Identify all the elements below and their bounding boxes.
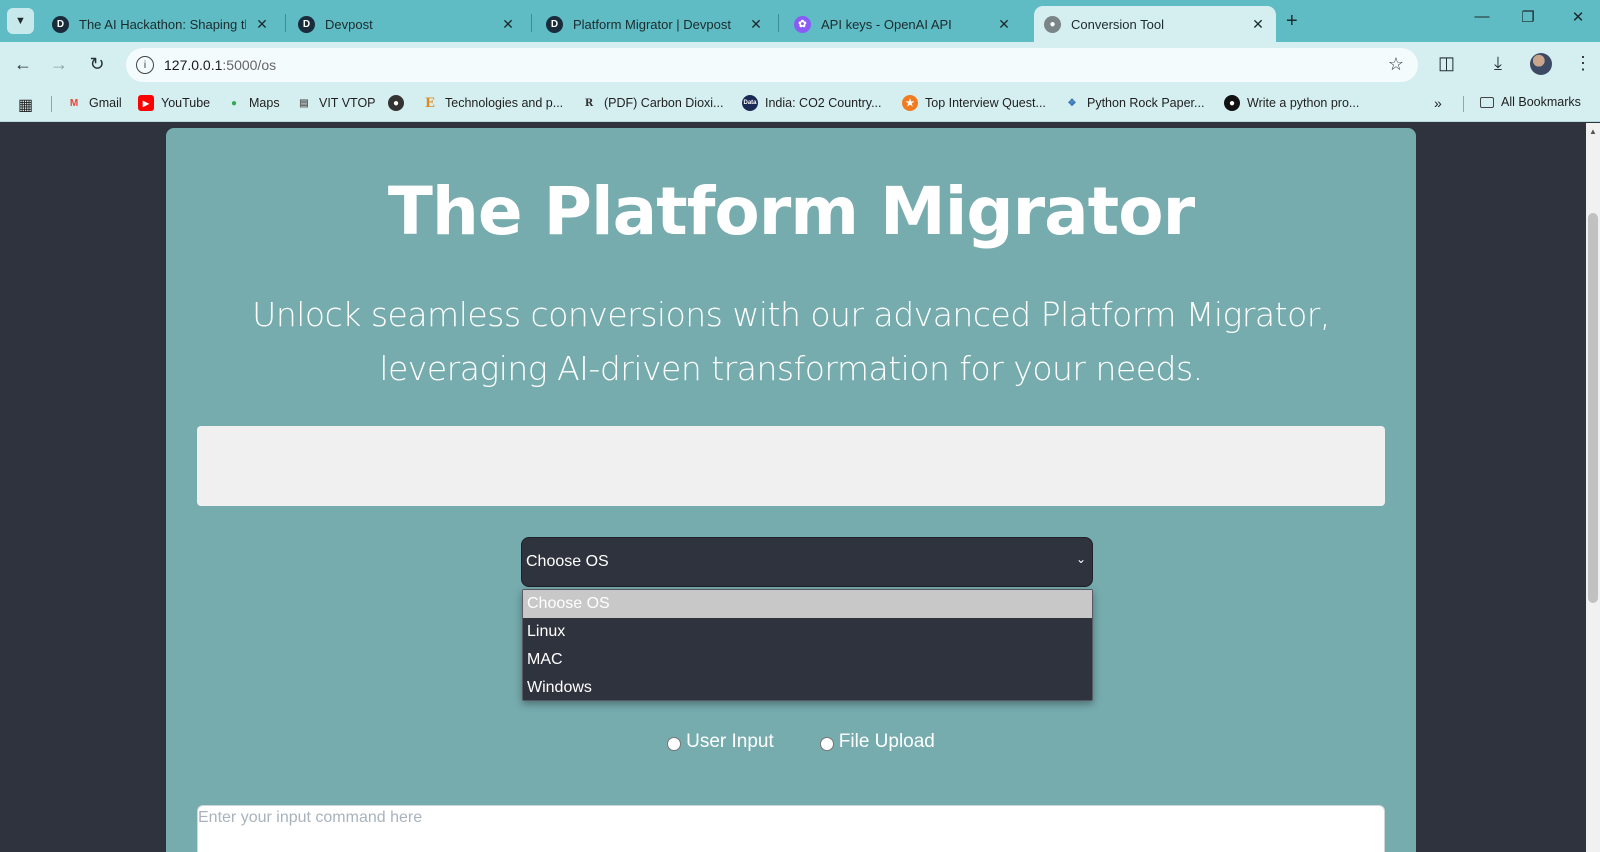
page-subtitle: Unlock seamless conversions with our adv…	[252, 295, 1330, 388]
bookmark-carbon-dioxide[interactable]: R (PDF) Carbon Dioxi...	[581, 95, 724, 111]
vtop-icon: ▤	[299, 97, 309, 109]
browser-toolbar: ← → ↻ i 127.0.0.1:5000/os ☆ ◫ ⤓ ⋮	[0, 42, 1600, 86]
leetcode-icon: ★	[902, 95, 918, 111]
globe-icon: ●	[388, 95, 404, 111]
tab-devpost[interactable]: D Devpost ✕	[288, 6, 526, 42]
tab-platform-migrator-devpost[interactable]: D Platform Migrator | Devpost ✕	[536, 6, 774, 42]
bookmark-maps[interactable]: ● Maps	[226, 95, 280, 111]
bookmark-gmail[interactable]: M Gmail	[66, 95, 122, 111]
output-box	[197, 426, 1385, 506]
command-input-wrapper	[197, 805, 1385, 852]
radio-button[interactable]	[667, 736, 682, 751]
os-option-windows[interactable]: Windows	[523, 674, 1092, 702]
page-viewport: The Platform Migrator Unlock seamless co…	[0, 123, 1586, 852]
bookmark-write-python[interactable]: ● Write a python pro...	[1224, 95, 1359, 111]
bookmark-python-rps[interactable]: ❖ Python Rock Paper...	[1064, 95, 1205, 111]
bookmarks-bar: ▦ M Gmail ▶ YouTube ● Maps ▤ VIT VTOP ● …	[0, 86, 1600, 122]
tab-strip: ▼ D The AI Hackathon: Shaping the ✕ D De…	[0, 0, 1600, 42]
gmail-icon: M	[69, 97, 79, 109]
more-bookmarks-icon[interactable]: »	[1434, 95, 1442, 111]
os-option-choose[interactable]: Choose OS	[523, 590, 1092, 618]
forward-arrow-icon[interactable]: →	[46, 51, 72, 77]
page-title: The Platform Migrator	[387, 173, 1195, 250]
devpost-icon: D	[52, 15, 69, 33]
os-option-mac[interactable]: MAC	[523, 646, 1092, 674]
bookmark-india-co2[interactable]: Data India: CO2 Country...	[742, 95, 882, 111]
tab-divider	[778, 14, 779, 32]
bookmark-technologies[interactable]: E Technologies and p...	[422, 95, 563, 111]
python-icon: ❖	[1067, 97, 1077, 109]
command-input[interactable]	[198, 806, 1384, 852]
reload-icon[interactable]: ↻	[84, 51, 110, 77]
researchgate-icon: R	[584, 97, 594, 109]
tab-conversion-tool[interactable]: ● Conversion Tool ✕	[1034, 6, 1276, 42]
menu-kebab-icon[interactable]: ⋮	[1574, 53, 1592, 74]
tab-divider	[531, 14, 532, 32]
input-mode-radio-group: User Input File Upload	[166, 731, 1416, 753]
os-dropdown-list: Choose OS Linux MAC Windows	[522, 589, 1093, 701]
site-info-icon[interactable]: i	[136, 56, 154, 74]
os-select-value: Choose OS	[526, 553, 609, 570]
devpost-icon: D	[546, 15, 563, 33]
profile-avatar[interactable]	[1530, 53, 1552, 75]
folder-icon	[1480, 96, 1494, 108]
globe-icon: ●	[1044, 15, 1061, 33]
scrollbar-thumb[interactable]	[1588, 213, 1598, 603]
url-text[interactable]: 127.0.0.1:5000/os	[164, 57, 276, 73]
close-tab-icon[interactable]: ✕	[1250, 16, 1266, 33]
github-icon: ●	[1224, 95, 1240, 111]
close-tab-icon[interactable]: ✕	[254, 16, 270, 33]
data-icon: Data	[742, 95, 758, 111]
bookmark-star-icon[interactable]: ☆	[1388, 54, 1404, 75]
bookmark-youtube[interactable]: ▶ YouTube	[138, 95, 210, 111]
chevron-down-icon: ⌄	[1075, 552, 1086, 566]
minimize-icon[interactable]: —	[1462, 8, 1502, 25]
tab-divider	[285, 14, 286, 32]
os-option-linux[interactable]: Linux	[523, 618, 1092, 646]
youtube-icon: ▶	[138, 95, 154, 111]
maps-pin-icon: ●	[230, 97, 238, 109]
radio-button[interactable]	[819, 736, 834, 751]
close-tab-icon[interactable]: ✕	[500, 16, 516, 33]
back-arrow-icon[interactable]: ←	[10, 51, 36, 77]
page-scrollbar[interactable]: ▲	[1586, 123, 1600, 852]
os-select[interactable]: Choose OS ⌄	[521, 537, 1093, 587]
address-bar[interactable]: i 127.0.0.1:5000/os ☆	[126, 48, 1418, 82]
bookmark-top-interview[interactable]: ★ Top Interview Quest...	[902, 95, 1046, 111]
apps-grid-icon[interactable]: ▦	[18, 95, 33, 115]
chevron-down-icon: ▼	[15, 15, 26, 27]
e-icon: E	[425, 95, 435, 111]
scroll-up-icon[interactable]: ▲	[1589, 127, 1597, 136]
close-tab-icon[interactable]: ✕	[996, 16, 1012, 33]
close-window-icon[interactable]: ✕	[1558, 8, 1598, 26]
devpost-icon: D	[298, 15, 315, 33]
migrator-card: The Platform Migrator Unlock seamless co…	[166, 128, 1416, 852]
bookmark-divider	[51, 96, 52, 112]
all-bookmarks-folder[interactable]: All Bookmarks	[1480, 95, 1581, 109]
download-icon[interactable]: ⤓	[1494, 53, 1502, 74]
tab-search-button[interactable]: ▼	[7, 8, 34, 34]
bookmark-vit-vtop[interactable]: ▤ VIT VTOP	[296, 95, 375, 111]
radio-file-upload[interactable]: File Upload	[819, 731, 935, 753]
extensions-icon[interactable]: ◫	[1438, 53, 1455, 74]
radio-user-input[interactable]: User Input	[667, 731, 774, 753]
restore-icon[interactable]: ❐	[1508, 8, 1548, 26]
bookmark-divider	[1463, 96, 1464, 112]
tab-ai-hackathon[interactable]: D The AI Hackathon: Shaping the ✕	[42, 6, 280, 42]
openai-icon: ✿	[794, 15, 811, 33]
bookmark-globe[interactable]: ●	[388, 95, 411, 111]
close-tab-icon[interactable]: ✕	[748, 16, 764, 33]
tab-openai-api-keys[interactable]: ✿ API keys - OpenAI API ✕	[784, 6, 1022, 42]
new-tab-button[interactable]: +	[1286, 10, 1298, 33]
